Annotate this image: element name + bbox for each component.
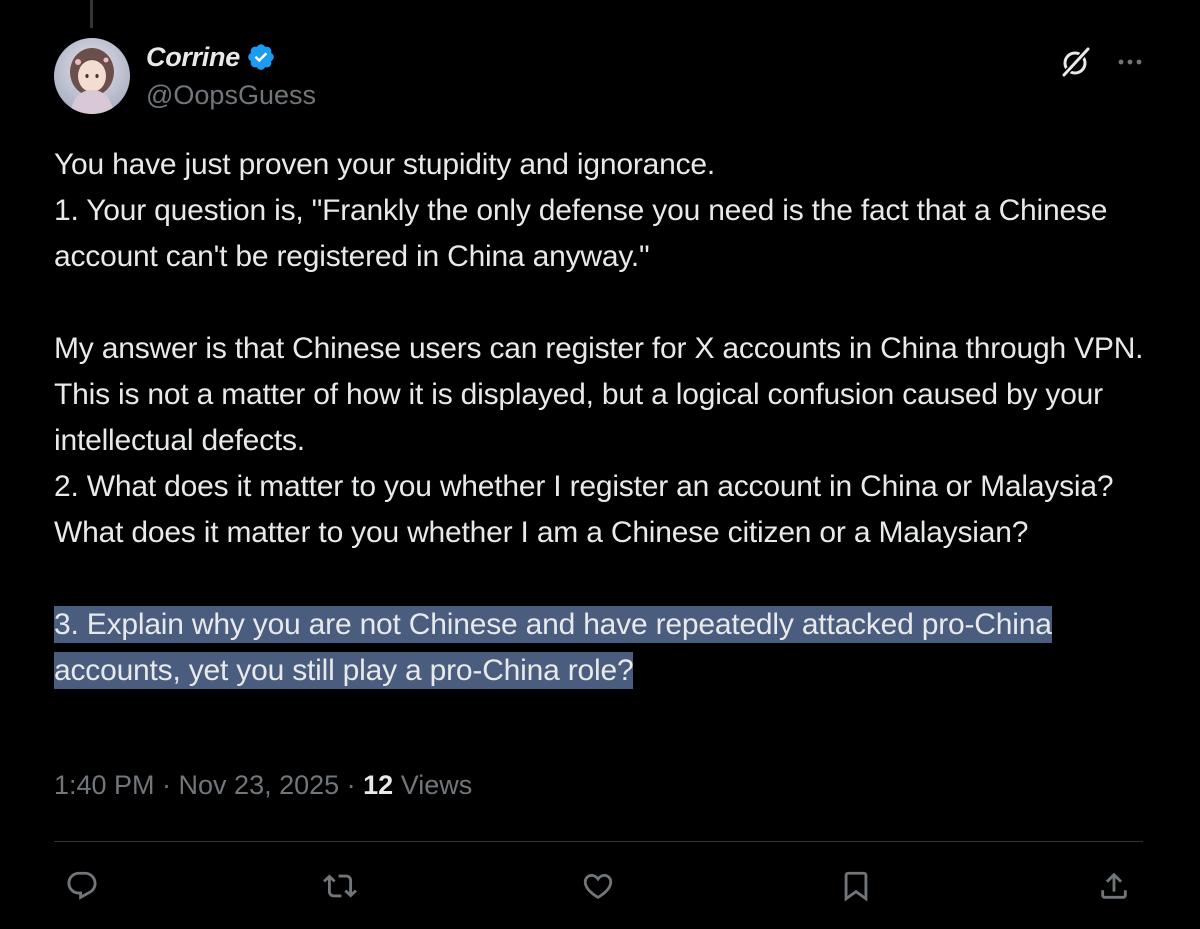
bookmark-button[interactable] (836, 866, 876, 906)
tweet-metadata: 1:40 PM · Nov 23, 2025 · 12 Views (54, 770, 472, 801)
views-count: 12 (363, 770, 394, 800)
retweet-icon (323, 874, 357, 898)
thread-connector-line (90, 0, 93, 28)
tweet-text: You have just proven your stupidity and … (54, 142, 1154, 694)
user-info[interactable]: Corrine @OopsGuess (146, 40, 316, 111)
tweet-paragraph-2: 1. Your question is, "Frankly the only d… (54, 194, 1108, 273)
selected-text-highlight: 3. Explain why you are not Chinese and h… (54, 606, 1052, 689)
tweet-paragraph-3: My answer is that Chinese users can regi… (54, 332, 1144, 457)
timestamp[interactable]: 1:40 PM · Nov 23, 2025 · (54, 770, 363, 800)
views-label: Views (393, 770, 473, 800)
divider (54, 841, 1143, 842)
bookmark-icon (844, 871, 868, 902)
tweet-paragraph-1: You have just proven your stupidity and … (54, 148, 716, 181)
grok-icon[interactable] (1058, 44, 1094, 80)
share-icon (1101, 872, 1127, 899)
display-name-row: Corrine (146, 40, 316, 74)
verified-badge-icon (248, 44, 274, 70)
display-name[interactable]: Corrine (146, 42, 240, 73)
tweet-paragraph-5: 3. Explain why you are not Chinese and h… (54, 602, 1154, 694)
reply-icon (67, 871, 97, 900)
retweet-button[interactable] (320, 866, 360, 906)
tweet-paragraph-4: 2. What does it matter to you whether I … (54, 470, 1114, 549)
tweet-header: Corrine @OopsGuess (54, 38, 1154, 118)
user-handle[interactable]: @OopsGuess (146, 80, 316, 111)
reply-button[interactable] (62, 866, 102, 906)
more-icon[interactable] (1112, 44, 1148, 80)
like-button[interactable] (578, 866, 618, 906)
avatar[interactable] (54, 38, 130, 114)
like-icon (583, 873, 613, 899)
share-button[interactable] (1094, 866, 1134, 906)
